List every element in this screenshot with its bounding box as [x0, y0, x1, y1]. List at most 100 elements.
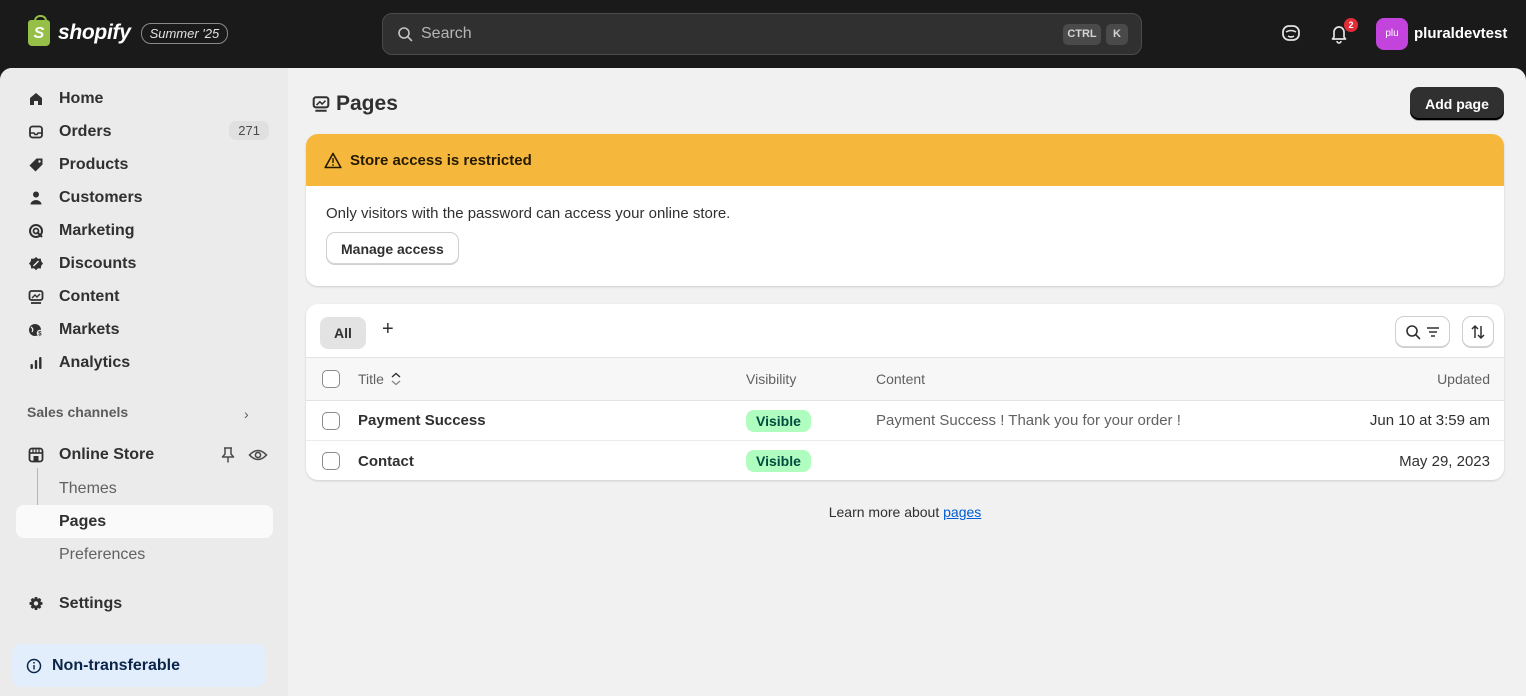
- sidebar-item-label: Pages: [59, 512, 107, 530]
- shortcut-ctrl-key: CTRL: [1063, 24, 1101, 45]
- learn-more-footer: Learn more about pages: [306, 504, 1504, 520]
- search-bar[interactable]: Search CTRL K: [382, 13, 1142, 55]
- add-view-button[interactable]: +: [382, 318, 394, 341]
- sidebar-item-label: Analytics: [59, 354, 131, 371]
- table-row[interactable]: Contact Visible May 29, 2023: [306, 441, 1504, 480]
- sidebar-item-markets[interactable]: $ Markets: [16, 315, 273, 345]
- search-icon: [1405, 325, 1420, 340]
- row-updated: Jun 10 at 3:59 am: [1369, 412, 1490, 429]
- column-header-updated[interactable]: Updated: [1437, 358, 1490, 400]
- edition-badge[interactable]: Summer '25: [140, 22, 229, 44]
- row-content: Payment Success ! Thank you for your ord…: [876, 412, 1181, 429]
- sidebar-item-preferences[interactable]: Preferences: [16, 538, 273, 571]
- sidebar-item-label: Preferences: [59, 545, 146, 563]
- banner-title: Store access is restricted: [350, 151, 532, 169]
- row-title[interactable]: Contact: [358, 441, 414, 480]
- non-transferable-label: Non-transferable: [52, 656, 181, 674]
- home-icon: [27, 90, 45, 108]
- gear-icon: [27, 595, 45, 613]
- search-filter-button[interactable]: [1395, 316, 1450, 348]
- discount-icon: [27, 255, 45, 273]
- sidebar-item-content[interactable]: Content: [16, 282, 273, 312]
- manage-access-button[interactable]: Manage access: [326, 232, 459, 265]
- pages-help-link[interactable]: pages: [943, 504, 981, 520]
- sidebar-item-label: Online Store: [59, 446, 155, 463]
- sidebar-item-label: Settings: [59, 595, 123, 612]
- title-column-header[interactable]: Title: [358, 358, 402, 400]
- sidebar-item-analytics[interactable]: Analytics: [16, 348, 273, 378]
- sidebar-item-products[interactable]: Products: [16, 150, 273, 180]
- select-all-cell: [322, 358, 340, 400]
- shopify-bag-icon: S: [28, 15, 50, 46]
- sidebar-item-label: Orders: [59, 123, 112, 140]
- search-placeholder: Search: [421, 25, 472, 42]
- store-icon: [27, 446, 45, 464]
- sort-button[interactable]: [1462, 316, 1494, 348]
- store-access-banner: Store access is restricted Only visitors…: [306, 134, 1504, 286]
- column-header-visibility[interactable]: Visibility: [746, 358, 796, 400]
- sort-icon: [1471, 324, 1485, 340]
- bar-chart-icon: [27, 354, 45, 372]
- brand-name: shopify: [58, 21, 131, 44]
- eye-icon[interactable]: [248, 446, 268, 464]
- sidebar-item-label: Content: [59, 288, 120, 305]
- tag-icon: [27, 156, 45, 174]
- filter-icon: [1426, 327, 1439, 337]
- sidebar-item-settings[interactable]: Settings: [16, 589, 273, 619]
- select-all-checkbox[interactable]: [322, 370, 340, 388]
- banner-body: Only visitors with the password can acce…: [306, 186, 1504, 284]
- sidekick-icon[interactable]: [1280, 22, 1302, 44]
- orders-count-badge: 271: [229, 121, 269, 140]
- row-updated: May 29, 2023: [1399, 452, 1490, 470]
- globe-icon: $: [27, 321, 45, 339]
- admin-frame: Home Orders 271 Products Customers Marke…: [0, 68, 1526, 696]
- shortcut-k-key: K: [1106, 24, 1128, 45]
- tab-all[interactable]: All: [320, 317, 366, 349]
- column-header-content[interactable]: Content: [876, 358, 925, 400]
- sidebar-item-themes[interactable]: Themes: [16, 472, 273, 505]
- sidebar-item-label: Discounts: [59, 255, 137, 272]
- banner-header: Store access is restricted: [306, 134, 1504, 186]
- row-visibility-cell: Visible: [746, 401, 811, 440]
- info-icon: [26, 658, 42, 673]
- warning-icon: [324, 152, 342, 168]
- sidebar-item-label: Products: [59, 156, 129, 173]
- notification-count-badge: 2: [1344, 18, 1358, 32]
- learn-more-text: Learn more about: [828, 504, 944, 520]
- table-row[interactable]: Payment Success Visible Payment Success …: [306, 401, 1504, 441]
- store-name[interactable]: pluraldevtest: [1414, 25, 1507, 42]
- sidebar-item-pages[interactable]: Pages: [16, 505, 273, 538]
- row-checkbox[interactable]: [322, 411, 340, 430]
- sidebar-item-label: Customers: [59, 189, 143, 206]
- sales-channels-heading[interactable]: Sales channels: [27, 404, 128, 420]
- content-icon: [312, 96, 330, 112]
- sidebar-item-discounts[interactable]: Discounts: [16, 249, 273, 279]
- top-bar: S shopify Summer '25 Search CTRL K 2 plu…: [0, 0, 1526, 68]
- non-transferable-banner[interactable]: Non-transferable: [12, 644, 266, 687]
- content-icon: [27, 288, 45, 306]
- sidebar-item-marketing[interactable]: Marketing: [16, 216, 273, 246]
- sidebar-item-orders[interactable]: Orders 271: [16, 117, 273, 147]
- shopify-logo[interactable]: S shopify Summer '25: [28, 15, 229, 46]
- sidebar: Home Orders 271 Products Customers Marke…: [0, 68, 288, 696]
- chevron-right-icon[interactable]: ›: [244, 406, 249, 422]
- page-header: Pages: [312, 92, 398, 116]
- search-icon: [398, 27, 413, 42]
- column-header-title: Title: [358, 371, 384, 387]
- pages-table-card: All + Title Visibility Content Updated P…: [306, 304, 1504, 480]
- row-checkbox-cell: [322, 401, 340, 440]
- sidebar-item-label: Themes: [59, 479, 117, 497]
- row-checkbox[interactable]: [322, 452, 340, 470]
- row-checkbox-cell: [322, 441, 340, 480]
- add-page-button[interactable]: Add page: [1410, 87, 1504, 120]
- sort-arrows-icon: [391, 372, 401, 386]
- sidebar-item-customers[interactable]: Customers: [16, 183, 273, 213]
- online-store-actions: [220, 446, 268, 464]
- avatar[interactable]: plu: [1376, 18, 1408, 50]
- row-title[interactable]: Payment Success: [358, 401, 486, 440]
- page-title: Pages: [336, 92, 398, 115]
- table-header-row: Title Visibility Content Updated: [306, 357, 1504, 401]
- sidebar-item-home[interactable]: Home: [16, 84, 273, 114]
- inbox-icon: [27, 123, 45, 141]
- pin-icon[interactable]: [220, 446, 236, 464]
